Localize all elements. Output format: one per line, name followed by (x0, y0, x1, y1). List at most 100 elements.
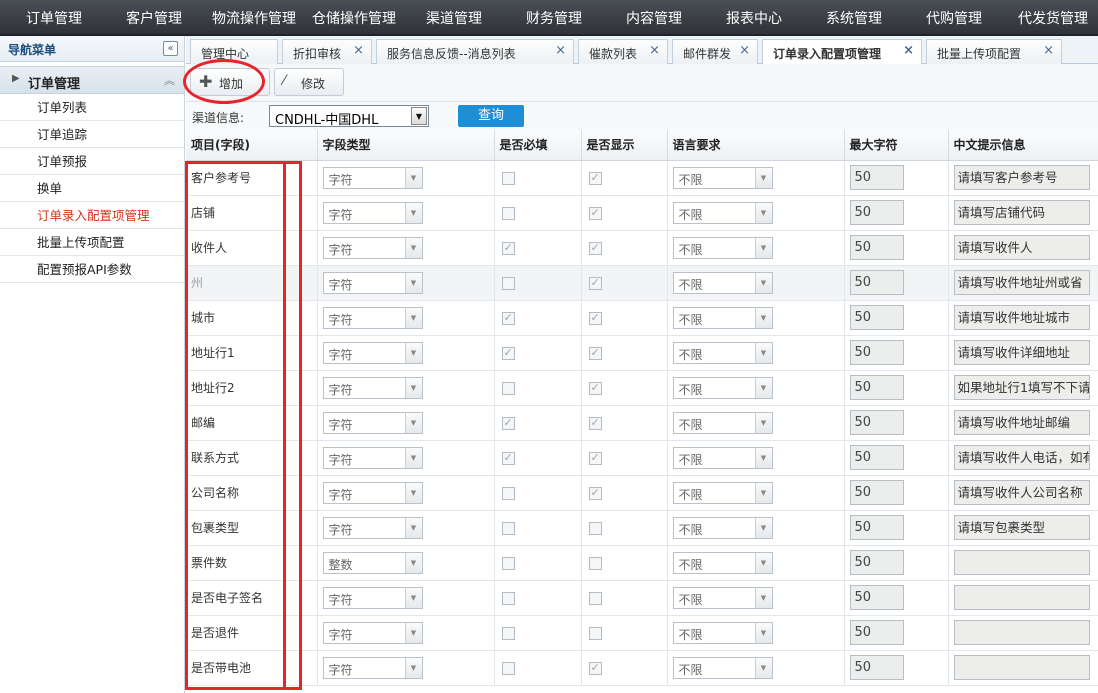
tab[interactable]: 管理中心 (190, 39, 278, 64)
sidebar-item[interactable]: 订单追踪 (0, 121, 184, 148)
sidebar-item[interactable]: 订单预报 (0, 148, 184, 175)
field-type-select[interactable]: 字符 ▼ (322, 201, 423, 224)
shown-checkbox[interactable] (588, 486, 602, 500)
field-type-select[interactable]: 字符 ▼ (322, 306, 423, 329)
table-row[interactable]: 是否电子签名 字符 ▼ 不限 ▼ 50 (186, 580, 1098, 616)
field-type-select[interactable]: 字符 ▼ (322, 446, 423, 469)
field-type-select[interactable]: 字符 ▼ (322, 516, 423, 539)
topnav-item[interactable]: 客户管理 (126, 0, 182, 36)
dropdown-arrow-icon[interactable]: ▼ (754, 377, 772, 398)
shown-checkbox[interactable] (588, 241, 602, 255)
dropdown-arrow-icon[interactable]: ▼ (754, 482, 772, 503)
hint-input[interactable]: 请填写包裹类型 (953, 515, 1090, 540)
topnav-item[interactable]: 系统管理 (826, 0, 882, 36)
language-select[interactable]: 不限 ▼ (672, 306, 773, 329)
query-button[interactable]: 查询 (458, 105, 524, 127)
table-row[interactable]: 票件数 整数 ▼ 不限 ▼ 50 (186, 545, 1098, 581)
max-chars-input[interactable]: 50 (849, 200, 904, 225)
shown-checkbox[interactable] (588, 276, 602, 290)
field-type-select[interactable]: 字符 ▼ (322, 411, 423, 434)
dropdown-arrow-icon[interactable]: ▼ (754, 587, 772, 608)
close-icon[interactable]: × (903, 43, 914, 58)
shown-checkbox[interactable] (588, 626, 602, 640)
shown-checkbox[interactable] (588, 381, 602, 395)
required-checkbox[interactable] (501, 346, 515, 360)
required-checkbox[interactable] (501, 276, 515, 290)
topnav-item[interactable]: 内容管理 (626, 0, 682, 36)
table-row[interactable]: 是否退件 字符 ▼ 不限 ▼ 50 (186, 615, 1098, 651)
required-checkbox[interactable] (501, 241, 515, 255)
hint-input[interactable]: 请填写收件人电话，如有 (953, 445, 1090, 470)
add-button[interactable]: ✚ 增加 (190, 68, 270, 96)
close-icon[interactable]: × (555, 43, 566, 58)
tab[interactable]: 催款列表 × (578, 39, 668, 64)
tab[interactable]: 邮件群发 × (672, 39, 758, 64)
language-select[interactable]: 不限 ▼ (672, 551, 773, 574)
close-icon[interactable]: × (353, 43, 364, 58)
shown-checkbox[interactable] (588, 591, 602, 605)
dropdown-arrow-icon[interactable]: ▼ (404, 202, 422, 223)
dropdown-arrow-icon[interactable]: ▼ (404, 237, 422, 258)
required-checkbox[interactable] (501, 486, 515, 500)
topnav-item[interactable]: 财务管理 (526, 0, 582, 36)
language-select[interactable]: 不限 ▼ (672, 166, 773, 189)
table-row[interactable]: 收件人字符 ▼ 不限 ▼ 50 请填写收件人 (186, 230, 1098, 266)
max-chars-input[interactable]: 50 (849, 480, 904, 505)
dropdown-arrow-icon[interactable]: ▼ (404, 377, 422, 398)
table-row[interactable]: 客户参考号字符 ▼ 不限 ▼ 50 请填写客户参考号 (186, 160, 1098, 196)
dropdown-arrow-icon[interactable]: ▼ (404, 272, 422, 293)
required-checkbox[interactable] (501, 626, 515, 640)
field-type-select[interactable]: 字符 ▼ (322, 656, 423, 679)
table-row[interactable]: 联系方式字符 ▼ 不限 ▼ 50 请填写收件人电话，如有 (186, 440, 1098, 476)
language-select[interactable]: 不限 ▼ (672, 411, 773, 434)
table-row[interactable]: 邮编字符 ▼ 不限 ▼ 50 请填写收件地址邮编 (186, 405, 1098, 441)
dropdown-arrow-icon[interactable]: ▼ (754, 307, 772, 328)
max-chars-input[interactable]: 50 (849, 585, 904, 610)
dropdown-arrow-icon[interactable]: ▼ (754, 272, 772, 293)
dropdown-arrow-icon[interactable]: ▼ (754, 342, 772, 363)
field-type-select[interactable]: 字符 ▼ (322, 341, 423, 364)
required-checkbox[interactable] (501, 171, 515, 185)
hint-input[interactable]: 请填写收件地址城市 (953, 305, 1090, 330)
dropdown-arrow-icon[interactable]: ▼ (404, 307, 422, 328)
hint-input[interactable]: 请填写店铺代码 (953, 200, 1090, 225)
language-select[interactable]: 不限 ▼ (672, 271, 773, 294)
language-select[interactable]: 不限 ▼ (672, 656, 773, 679)
collapse-sidebar-icon[interactable]: « (163, 41, 178, 56)
required-checkbox[interactable] (501, 416, 515, 430)
required-checkbox[interactable] (501, 556, 515, 570)
required-checkbox[interactable] (501, 206, 515, 220)
topnav-item[interactable]: 渠道管理 (426, 0, 482, 36)
max-chars-input[interactable]: 50 (849, 340, 904, 365)
max-chars-input[interactable]: 50 (849, 515, 904, 540)
dropdown-arrow-icon[interactable]: ▼ (404, 552, 422, 573)
dropdown-arrow-icon[interactable]: ▼ (411, 107, 427, 125)
max-chars-input[interactable]: 50 (849, 550, 904, 575)
shown-checkbox[interactable] (588, 311, 602, 325)
table-row[interactable]: 地址行2 字符 ▼ 不限 ▼ 50 如果地址行1填写不下请 (186, 370, 1098, 406)
shown-checkbox[interactable] (588, 451, 602, 465)
required-checkbox[interactable] (501, 521, 515, 535)
dropdown-arrow-icon[interactable]: ▼ (404, 622, 422, 643)
dropdown-arrow-icon[interactable]: ▼ (754, 552, 772, 573)
table-row[interactable]: 公司名称字符 ▼ 不限 ▼ 50 请填写收件人公司名称 (186, 475, 1098, 511)
topnav-item[interactable]: 代发货管理 (1018, 0, 1088, 36)
field-type-select[interactable]: 字符 ▼ (322, 166, 423, 189)
field-type-select[interactable]: 字符 ▼ (322, 376, 423, 399)
dropdown-arrow-icon[interactable]: ▼ (404, 587, 422, 608)
field-type-select[interactable]: 整数 ▼ (322, 551, 423, 574)
language-select[interactable]: 不限 ▼ (672, 376, 773, 399)
hint-input[interactable]: 请填写收件人 (953, 235, 1090, 260)
field-type-select[interactable]: 字符 ▼ (322, 236, 423, 259)
language-select[interactable]: 不限 ▼ (672, 621, 773, 644)
dropdown-arrow-icon[interactable]: ▼ (404, 342, 422, 363)
language-select[interactable]: 不限 ▼ (672, 236, 773, 259)
table-row[interactable]: 州字符 ▼ 不限 ▼ 50 请填写收件地址州或省 (186, 265, 1098, 301)
table-row[interactable]: 店铺字符 ▼ 不限 ▼ 50 请填写店铺代码 (186, 195, 1098, 231)
tab[interactable]: 折扣审核 × (282, 39, 372, 64)
close-icon[interactable]: × (1043, 43, 1054, 58)
close-icon[interactable]: × (649, 43, 660, 58)
max-chars-input[interactable]: 50 (849, 620, 904, 645)
table-row[interactable]: 地址行1 字符 ▼ 不限 ▼ 50 请填写收件详细地址 (186, 335, 1098, 371)
max-chars-input[interactable]: 50 (849, 410, 904, 435)
